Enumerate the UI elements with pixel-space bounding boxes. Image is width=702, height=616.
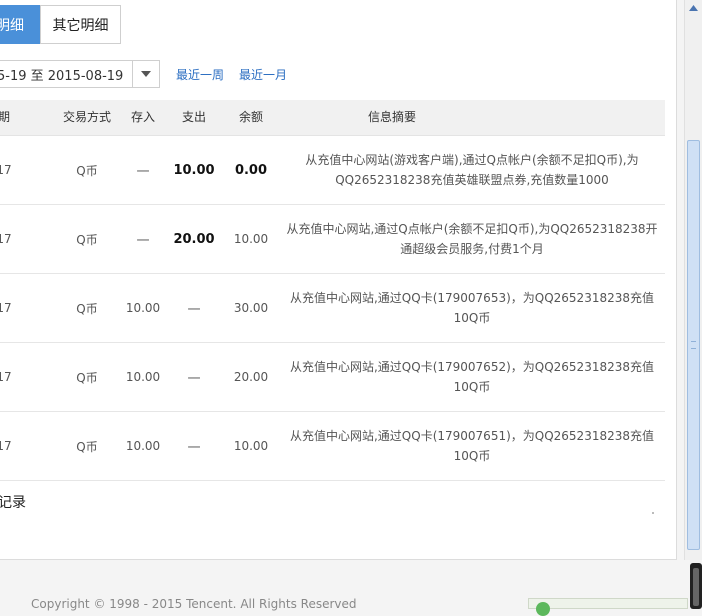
header-balance: 余额 [238, 110, 263, 124]
header-spend: 支出 [181, 110, 206, 124]
window-scrollbar-thumb[interactable] [693, 568, 699, 606]
scrollbar-thumb[interactable] [687, 140, 700, 550]
cell-spend: 一 [187, 440, 201, 456]
last-week-link[interactable]: 最近一周 [176, 66, 224, 83]
cell-deposit: 10.00 [125, 439, 161, 453]
cell-balance: 30.00 [233, 301, 269, 315]
cell-summary: 从充值中心网站,通过QQ卡(179007651)，为QQ2652318238充值… [289, 429, 655, 463]
table-row: 17 Q币 10.00 一 20.00 从充值中心网站,通过QQ卡(179007652)，… [0, 343, 665, 412]
table-row: 17 Q币 10.00 一 30.00 从充值中心网站,通过QQ卡(179007653)，… [0, 274, 665, 343]
cell-deposit: 一 [136, 233, 150, 249]
records-label: 记录 [0, 495, 26, 511]
cell-summary: 从充值中心网站,通过QQ卡(179007652)，为QQ2652318238充值… [289, 360, 655, 394]
header-deposit: 存入 [130, 110, 155, 124]
cell-date: 17 [0, 370, 12, 384]
cell-spend: 一 [187, 371, 201, 387]
cell-date: 17 [0, 163, 12, 177]
cell-method: Q币 [76, 301, 98, 316]
table-row: 17 Q币 10.00 一 10.00 从充值中心网站,通过QQ卡(179007651)，… [0, 412, 665, 481]
header-method: 交易方式 [62, 110, 111, 124]
cell-summary: 从充值中心网站,通过QQ卡(179007653)，为QQ2652318238充值… [289, 291, 655, 325]
window-scrollbar[interactable] [690, 563, 702, 609]
cell-method: Q币 [76, 439, 98, 454]
cell-spend: 一 [187, 302, 201, 318]
cell-deposit: 10.00 [125, 301, 161, 315]
scroll-up-arrow-icon[interactable] [686, 0, 700, 16]
cell-deposit: 一 [136, 164, 150, 180]
divider-dot [652, 512, 654, 514]
cell-spend: 20.00 [173, 231, 215, 247]
cell-balance: 0.00 [234, 162, 268, 178]
cell-balance: 20.00 [233, 370, 269, 384]
cell-summary: 从充值中心网站,通过Q点帐户(余额不足扣Q币),为QQ2652318238开通超… [286, 222, 658, 256]
cell-deposit: 10.00 [125, 370, 161, 384]
cell-balance: 10.00 [233, 439, 269, 453]
cell-summary: 从充值中心网站(游戏客户端),通过Q点帐户(余额不足扣Q币),为QQ265231… [305, 153, 639, 187]
status-icon [536, 602, 550, 616]
cell-date: 17 [0, 232, 12, 246]
tab-other-details[interactable]: 其它明细 [40, 5, 121, 44]
last-month-link[interactable]: 最近一月 [239, 66, 287, 83]
header-summary: 信息摘要 [367, 110, 416, 124]
date-range-select[interactable]: 5-19 至 2015-08-19 [0, 60, 160, 88]
chevron-down-icon[interactable] [132, 61, 159, 87]
header-date: 期 [0, 100, 14, 135]
cell-method: Q币 [76, 163, 98, 178]
cell-method: Q币 [76, 232, 98, 247]
notification-popup[interactable] [528, 598, 688, 616]
table-row: 17 Q币 一 10.00 0.00 从充值中心网站(游戏客户端),通过Q点帐户(余额不足… [0, 136, 665, 205]
cell-spend: 10.00 [173, 162, 215, 178]
date-range-text: 5-19 至 2015-08-19 [0, 68, 124, 84]
cell-method: Q币 [76, 370, 98, 385]
cell-date: 17 [0, 439, 12, 453]
cell-date: 17 [0, 301, 12, 315]
cell-balance: 10.00 [233, 232, 269, 246]
grip-icon [691, 341, 696, 349]
transaction-panel: 明细 其它明细 5-19 至 2015-08-19 最近一周 最近一月 期 交易… [0, 0, 677, 560]
tab-details[interactable]: 明细 [0, 5, 40, 44]
table-row: 17 Q币 一 20.00 10.00 从充值中心网站,通过Q点帐户(余额不足扣Q币),为… [0, 205, 665, 274]
table-header: 期 交易方式 存入 支出 余额 信息摘要 [0, 100, 665, 136]
